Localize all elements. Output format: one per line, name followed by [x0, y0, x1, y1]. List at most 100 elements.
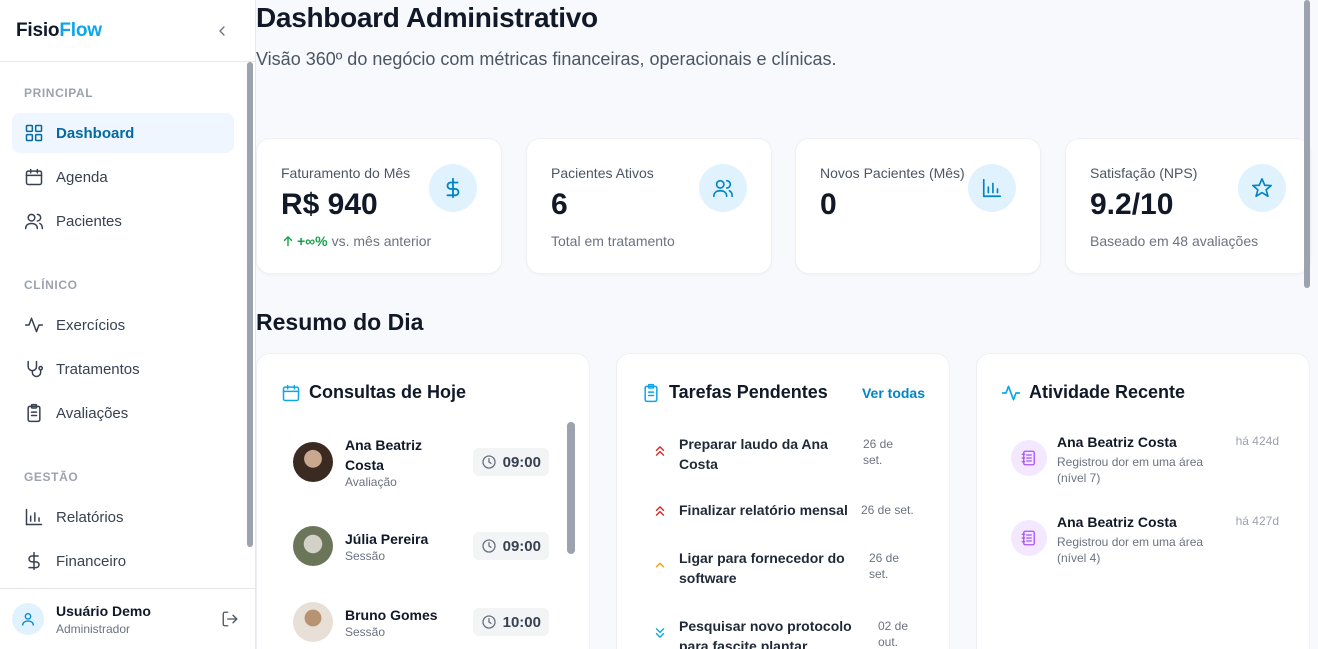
task-date: 02 de out.	[878, 619, 909, 649]
time-chip: 10:00	[472, 608, 549, 636]
activity-pulse-icon	[1001, 385, 1021, 400]
priority-high-icon	[655, 446, 665, 456]
sidebar: FisioFlow PRINCIPAL Dashboard Agenda Pac…	[0, 0, 256, 649]
stats-row: Faturamento do Mês R$ 940 +∞% vs. mês an…	[256, 138, 1311, 274]
patient-name: Júlia Pereira	[345, 531, 429, 547]
time-chip: 09:00	[472, 532, 549, 560]
sidebar-item-label: Agenda	[56, 168, 108, 186]
task-title: Finalizar relatório mensal	[679, 502, 848, 518]
sidebar-item-tratamentos[interactable]: Tratamentos	[12, 349, 234, 389]
activity-pulse-icon	[24, 317, 44, 333]
notebook-icon	[1021, 450, 1035, 466]
main-scrollbar[interactable]	[1302, 0, 1310, 649]
task-item[interactable]: Finalizar relatório mensal 26 de set.	[653, 500, 923, 520]
priority-medium-icon	[655, 562, 665, 568]
sidebar-header: FisioFlow	[0, 0, 255, 62]
scrollbar-thumb[interactable]	[567, 422, 575, 554]
activity-icon-wrap	[1011, 440, 1047, 476]
stat-value: 0	[820, 188, 837, 221]
stat-note: Baseado em 48 avaliações	[1090, 233, 1259, 249]
activity-patient-name: Ana Beatriz Costa	[1057, 434, 1177, 450]
tasks-panel: Tarefas Pendentes Ver todas Preparar lau…	[616, 353, 950, 649]
users-icon	[24, 213, 44, 230]
brand-logo[interactable]: FisioFlow	[16, 20, 102, 42]
view-all-tasks-link[interactable]: Ver todas	[862, 385, 925, 401]
panel-header: Tarefas Pendentes	[641, 382, 828, 403]
logout-icon	[222, 611, 238, 627]
dashboard-grid-icon	[25, 124, 43, 142]
task-item[interactable]: Preparar laudo da Ana Costa 26 de set.	[653, 434, 923, 474]
dollar-icon	[446, 177, 460, 199]
avatar[interactable]	[12, 603, 44, 635]
appointment-info: Bruno Gomes Sessão	[345, 605, 455, 639]
patient-name: Ana Beatriz Costa	[345, 437, 423, 473]
task-date: 26 de set.	[863, 437, 894, 467]
appointment-item[interactable]: Júlia Pereira Sessão 09:00	[293, 526, 549, 566]
avatar	[293, 602, 333, 642]
chevron-left-icon	[219, 25, 225, 36]
stat-icon-wrap	[968, 164, 1016, 212]
appointment-time: 10:00	[502, 613, 541, 631]
panel-title: Atividade Recente	[1029, 382, 1186, 402]
stat-note: Total em tratamento	[551, 233, 675, 249]
sidebar-item-relatorios[interactable]: Relatórios	[12, 497, 234, 537]
brand-name-part2: Flow	[59, 19, 102, 41]
scrollbar-thumb[interactable]	[247, 62, 253, 547]
stat-icon-wrap	[429, 164, 477, 212]
appointment-item[interactable]: Ana Beatriz Costa Avaliação 09:00	[293, 434, 549, 490]
stat-card-satisfacao: Satisfação (NPS) 9.2/10 Baseado em 48 av…	[1065, 138, 1311, 274]
sidebar-item-label: Avaliações	[56, 404, 129, 422]
user-profile: Usuário Demo Administrador	[0, 588, 255, 649]
appointment-item[interactable]: Bruno Gomes Sessão 10:00	[293, 602, 549, 642]
sidebar-item-label: Pacientes	[56, 212, 122, 230]
sidebar-item-exercicios[interactable]: Exercícios	[12, 305, 234, 345]
stat-card-pacientes-ativos: Pacientes Ativos 6 Total em tratamento	[526, 138, 772, 274]
sidebar-item-avaliacoes[interactable]: Avaliações	[12, 393, 234, 433]
appointment-type: Avaliação	[345, 475, 397, 489]
trend-indicator: +∞%	[281, 233, 328, 249]
priority-low-icon	[655, 628, 665, 638]
sidebar-item-dashboard[interactable]: Dashboard	[12, 113, 234, 153]
clock-icon	[481, 455, 496, 469]
task-title: Ligar para fornecedor do software	[679, 550, 845, 586]
sidebar-item-pacientes[interactable]: Pacientes	[12, 201, 234, 241]
avatar	[293, 526, 333, 566]
task-date: 26 de set.	[869, 551, 900, 581]
stat-icon-wrap	[699, 164, 747, 212]
activity-panel: Atividade Recente Ana Beatriz Costa Regi…	[976, 353, 1310, 649]
clock-icon	[481, 615, 496, 629]
time-chip: 09:00	[472, 448, 549, 476]
nav-section-title: GESTÃO	[24, 470, 79, 484]
stat-label: Satisfação (NPS)	[1090, 165, 1198, 181]
panel-header: Consultas de Hoje	[281, 382, 466, 403]
collapse-sidebar-button[interactable]	[213, 22, 231, 40]
sidebar-item-label: Dashboard	[56, 124, 135, 142]
page-subtitle: Visão 360º do negócio com métricas finan…	[256, 49, 837, 69]
sidebar-item-label: Relatórios	[56, 508, 124, 526]
activity-item[interactable]: Ana Beatriz Costa Registrou dor em uma á…	[1011, 514, 1279, 566]
stat-label: Pacientes Ativos	[551, 165, 654, 181]
sidebar-item-financeiro[interactable]: Financeiro	[12, 541, 234, 581]
stat-label: Faturamento do Mês	[281, 165, 411, 181]
arrow-up-icon	[283, 236, 293, 247]
activity-item[interactable]: Ana Beatriz Costa Registrou dor em uma á…	[1011, 434, 1279, 486]
sidebar-scrollbar[interactable]	[247, 62, 253, 588]
sidebar-nav: PRINCIPAL Dashboard Agenda Pacientes CLÍ…	[0, 62, 246, 588]
bar-chart-icon	[25, 508, 43, 526]
nav-section-title: CLÍNICO	[24, 278, 78, 292]
stat-value: 6	[551, 188, 568, 221]
sidebar-item-agenda[interactable]: Agenda	[12, 157, 234, 197]
calendar-icon	[25, 168, 43, 186]
task-item[interactable]: Pesquisar novo protocolo para fascite pl…	[653, 616, 923, 649]
scrollbar-thumb[interactable]	[1304, 0, 1310, 288]
stat-card-faturamento: Faturamento do Mês R$ 940 +∞% vs. mês an…	[256, 138, 502, 274]
stethoscope-icon	[27, 360, 44, 378]
nav-section-title: PRINCIPAL	[24, 86, 94, 100]
task-item[interactable]: Ligar para fornecedor do software 26 de …	[653, 548, 923, 588]
stat-label: Novos Pacientes (Mês)	[820, 165, 965, 181]
notebook-icon	[1021, 530, 1035, 546]
appointments-scrollbar[interactable]	[567, 422, 575, 649]
logout-button[interactable]	[221, 610, 239, 628]
avatar	[293, 442, 333, 482]
user-icon	[22, 613, 34, 626]
